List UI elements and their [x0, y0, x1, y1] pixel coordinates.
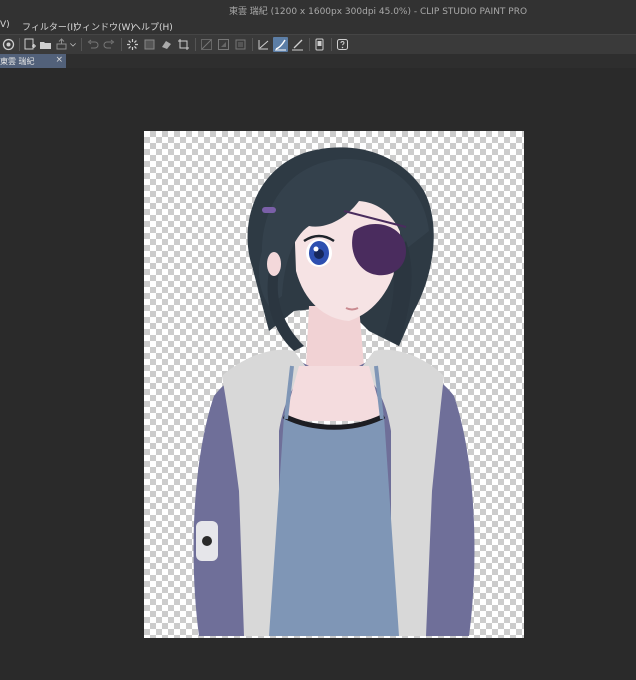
chevron-down-icon[interactable] — [68, 37, 78, 52]
stabilization-icon[interactable] — [256, 37, 271, 52]
document-tab-label: 東雲 瑞紀 — [0, 57, 35, 66]
open-file-icon[interactable] — [38, 37, 53, 52]
snap-grid-icon[interactable] — [216, 37, 231, 52]
character-illustration — [193, 147, 475, 636]
pen-pressure-icon[interactable] — [273, 37, 288, 52]
menu-window[interactable]: ウィンドウ(W) — [73, 20, 134, 33]
redo-icon[interactable] — [102, 37, 117, 52]
menu-bar: V) フィルター(I) ウィンドウ(W) ヘルプ(H) — [0, 18, 636, 34]
undo-icon[interactable] — [85, 37, 100, 52]
new-file-icon[interactable] — [22, 37, 37, 52]
clear-icon[interactable] — [125, 37, 140, 52]
canvas[interactable] — [144, 131, 524, 638]
window-title: 東雲 瑞紀 (1200 x 1600px 300dpi 45.0%) - CLI… — [228, 7, 528, 17]
export-icon[interactable] — [54, 37, 69, 52]
smartphone-icon[interactable] — [312, 37, 327, 52]
crop-icon[interactable] — [176, 37, 191, 52]
pen-tilt-icon[interactable] — [290, 37, 305, 52]
menu-help[interactable]: ヘルプ(H) — [132, 20, 173, 33]
menu-filter[interactable]: フィルター(I) — [22, 20, 77, 33]
snap-special-ruler-icon[interactable] — [233, 37, 248, 52]
menu-view[interactable]: V) — [0, 20, 10, 30]
command-bar — [0, 34, 636, 55]
companion-icon[interactable] — [1, 37, 16, 52]
transform-icon[interactable] — [159, 37, 174, 52]
document-tab-bar: 東雲 瑞紀 × — [0, 54, 636, 68]
title-bar: 東雲 瑞紀 (1200 x 1600px 300dpi 45.0%) - CLI… — [0, 0, 636, 18]
snap-ruler-icon[interactable] — [199, 37, 214, 52]
fill-selection-icon[interactable] — [142, 37, 157, 52]
canvas-area[interactable] — [0, 68, 636, 680]
close-icon[interactable]: × — [55, 55, 63, 65]
document-tab[interactable]: 東雲 瑞紀 × — [0, 54, 66, 68]
help-icon[interactable] — [335, 37, 350, 52]
